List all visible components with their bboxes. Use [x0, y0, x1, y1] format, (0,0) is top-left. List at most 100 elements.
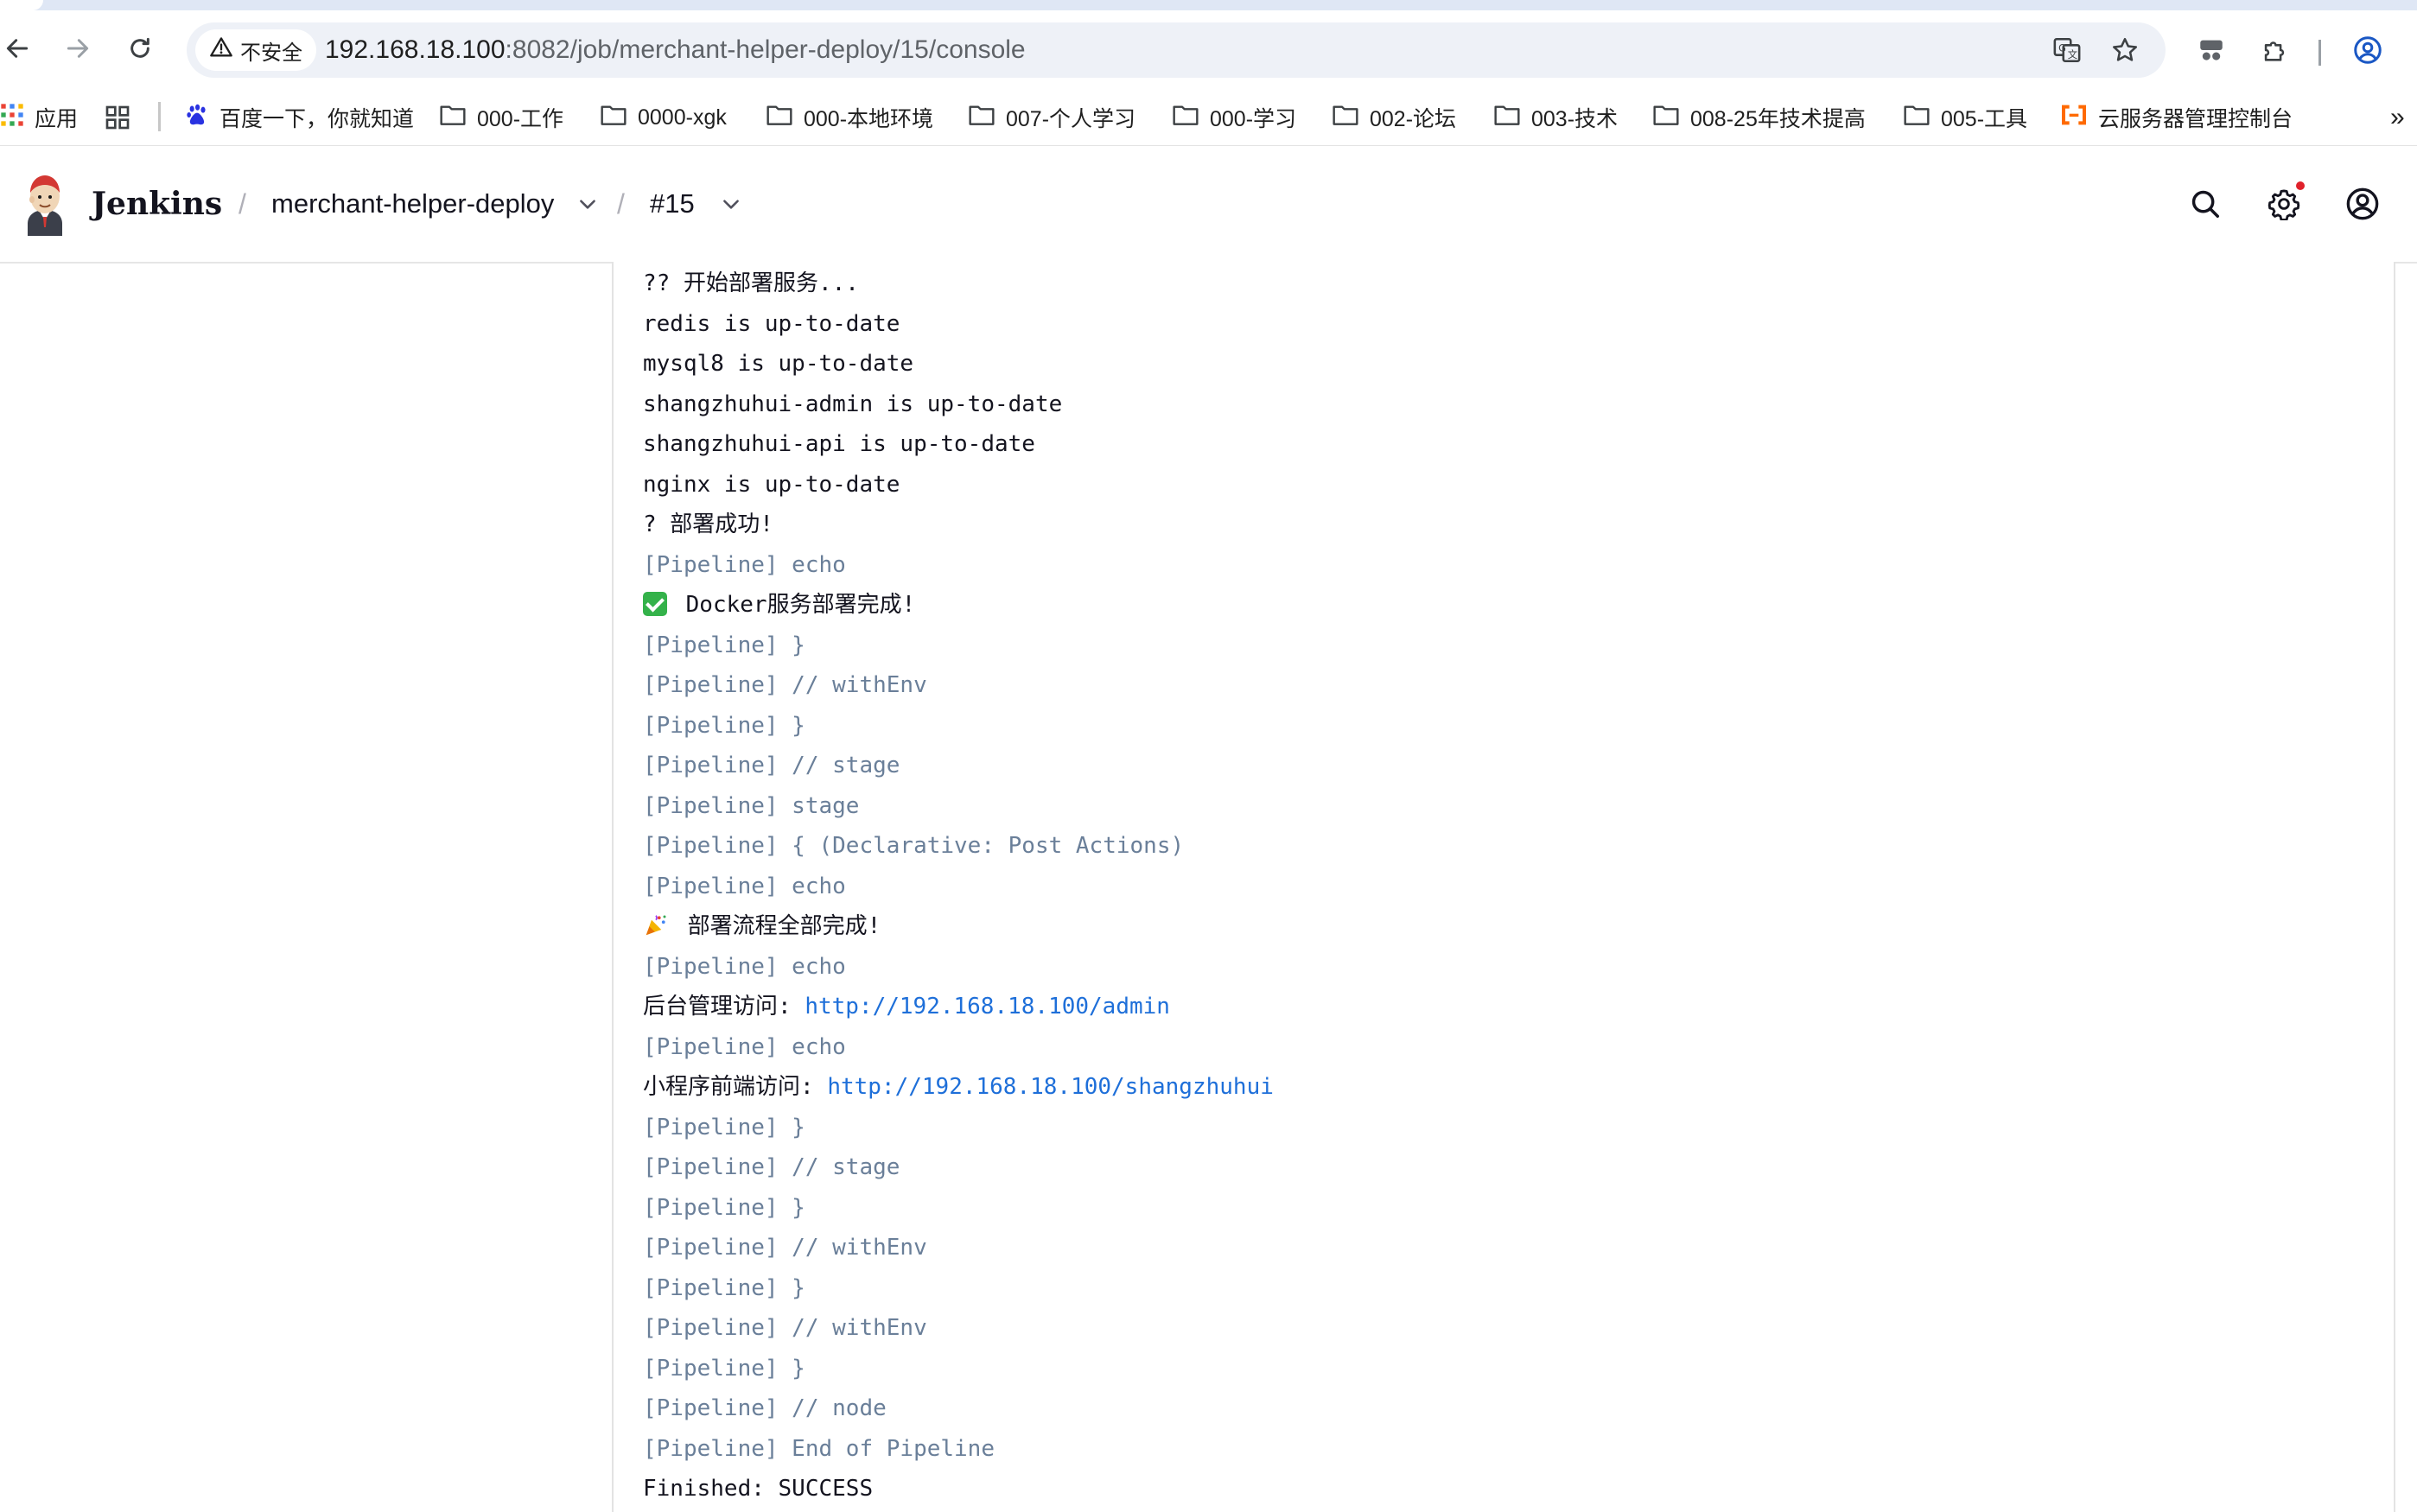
tab-strip — [0, 0, 2417, 10]
user-account-icon[interactable] — [2344, 185, 2382, 223]
log-text: [Pipeline] echo — [643, 1033, 846, 1060]
bookmark-folder[interactable]: 003-技术 — [1493, 100, 1618, 135]
log-text: Docker服务部署完成! — [672, 592, 916, 618]
pipeline-log-line: [Pipeline] // node — [643, 1388, 1274, 1429]
party-popper-icon — [643, 912, 669, 937]
log-text: [Pipeline] echo — [643, 551, 846, 578]
svg-text:G: G — [2058, 41, 2066, 54]
log-text: shangzhuhui-admin is up-to-date — [643, 391, 1063, 417]
folder-icon — [1903, 103, 1930, 133]
log-text: [Pipeline] echo — [643, 953, 846, 980]
breadcrumb-separator: / — [617, 188, 625, 219]
log-text: [Pipeline] echo — [643, 873, 846, 899]
breadcrumb-build[interactable]: #15 — [650, 146, 695, 262]
translate-icon[interactable]: G文 — [2050, 33, 2084, 67]
breadcrumb-job[interactable]: merchant-helper-deploy — [271, 146, 554, 262]
log-line: ?? 开始部署服务... — [643, 264, 1274, 304]
bookmarks-overflow-label: » — [2390, 103, 2405, 131]
log-text: 小程序前端访问: — [643, 1074, 828, 1100]
folder-icon — [968, 103, 995, 133]
log-text: [Pipeline] // withEnv — [643, 1235, 927, 1261]
address-bar[interactable]: 不安全 192.168.18.100:8082/job/merchant-hel… — [187, 22, 2166, 78]
settings-gear-icon[interactable] — [2265, 181, 2305, 223]
incognito-icon[interactable] — [2194, 33, 2229, 67]
log-text: 后台管理访问: — [643, 994, 805, 1020]
security-chip[interactable]: 不安全 — [195, 29, 316, 71]
jenkins-logo-icon[interactable] — [21, 174, 69, 236]
log-text: [Pipeline] { (Declarative: Post Actions) — [643, 833, 1185, 859]
back-arrow-icon[interactable] — [0, 31, 35, 66]
folder-icon — [600, 103, 627, 133]
bookmark-label: 003-技术 — [1531, 107, 1619, 131]
apps-grid-icon — [0, 103, 24, 133]
log-text: shangzhuhui-api is up-to-date — [643, 431, 1035, 457]
chevron-down-icon[interactable] — [716, 188, 747, 219]
log-text: ?? 开始部署服务... — [643, 270, 859, 296]
log-line: shangzhuhui-admin is up-to-date — [643, 384, 1274, 425]
bookmark-folder[interactable]: 000-本地环境 — [766, 100, 933, 135]
url-text[interactable]: 192.168.18.100:8082/job/merchant-helper-… — [325, 22, 1026, 78]
bookmarks-overflow-chevron-icon[interactable]: » — [2390, 100, 2405, 135]
log-text: [Pipeline] } — [643, 1355, 805, 1382]
bookmark-label: 007-个人学习 — [1006, 107, 1136, 131]
bookmark-star-icon[interactable] — [2108, 33, 2142, 67]
warning-triangle-icon — [209, 35, 233, 66]
pipeline-log-line: [Pipeline] echo — [643, 545, 1274, 586]
forward-arrow-icon[interactable] — [60, 31, 95, 66]
pipeline-log-line: [Pipeline] } — [643, 706, 1274, 746]
bookmark-aliyun[interactable]: 云服务器管理控制台 — [2060, 100, 2293, 135]
bookmark-folder[interactable]: 000-工作 — [439, 100, 563, 135]
log-line: 部署流程全部完成! — [643, 906, 1274, 947]
bookmark-folder[interactable]: 005-工具 — [1903, 100, 2027, 135]
bookmark-folder[interactable]: 0000-xgk — [600, 100, 727, 135]
folder-icon — [1493, 103, 1521, 133]
log-text: Finished: SUCCESS — [643, 1476, 874, 1502]
url-path: :8082/job/merchant-helper-deploy/15/cons… — [505, 35, 1026, 64]
bookmark-label: 云服务器管理控制台 — [2098, 107, 2293, 131]
console-log: ?? 开始部署服务... redis is up-to-date mysql8 is… — [643, 264, 1274, 1509]
pipeline-log-line: [Pipeline] echo — [643, 867, 1274, 907]
bookmark-label: 002-论坛 — [1370, 107, 1457, 131]
bookmark-label: 0000-xgk — [638, 105, 727, 130]
pipeline-log-line: [Pipeline] } — [643, 1188, 1274, 1229]
search-icon[interactable] — [2186, 185, 2224, 223]
pipeline-log-line: [Pipeline] // withEnv — [643, 665, 1274, 706]
pipeline-log-line: [Pipeline] stage — [643, 786, 1274, 827]
log-text: [Pipeline] // stage — [643, 1154, 900, 1180]
log-text: [Pipeline] } — [643, 1194, 805, 1221]
active-tab-edge[interactable] — [0, 0, 43, 10]
bookmark-folder[interactable]: 008-25年技术提高 — [1652, 100, 1866, 135]
console-url-link[interactable]: http://192.168.18.100/shangzhuhui — [827, 1074, 1274, 1100]
bookmark-apps[interactable]: 应用 — [0, 100, 78, 135]
log-text: [Pipeline] stage — [643, 792, 860, 819]
tab-groups-icon[interactable] — [104, 100, 131, 135]
log-text: [Pipeline] } — [643, 1114, 805, 1140]
bookmark-baidu[interactable]: 百度一下，你就知道 — [185, 100, 414, 135]
log-text: redis is up-to-date — [643, 310, 900, 337]
profile-icon[interactable] — [2350, 33, 2385, 67]
log-text: [Pipeline] } — [643, 712, 805, 739]
extensions-puzzle-icon[interactable] — [2257, 33, 2292, 67]
reload-icon[interactable] — [123, 31, 157, 66]
log-text: [Pipeline] // stage — [643, 753, 900, 778]
chevron-down-icon[interactable] — [572, 188, 603, 219]
log-line: shangzhuhui-api is up-to-date — [643, 424, 1274, 465]
console-url-link[interactable]: http://192.168.18.100/admin — [805, 994, 1170, 1020]
jenkins-brand[interactable]: Jenkins — [92, 146, 222, 262]
bookmark-apps-label: 应用 — [35, 107, 79, 131]
log-line: Finished: SUCCESS — [643, 1469, 1274, 1509]
bookmark-folder[interactable]: 007-个人学习 — [968, 100, 1135, 135]
pipeline-log-line: [Pipeline] } — [643, 1268, 1274, 1309]
folder-icon — [1172, 103, 1199, 133]
log-text: [Pipeline] } — [643, 632, 805, 658]
pipeline-log-line: [Pipeline] echo — [643, 1027, 1274, 1068]
bookmark-folder[interactable]: 002-论坛 — [1332, 100, 1456, 135]
folder-icon — [766, 103, 793, 133]
bookmark-label: 005-工具 — [1941, 107, 2028, 131]
browser-toolbar: 不安全 192.168.18.100:8082/job/merchant-hel… — [0, 10, 2417, 90]
pipeline-log-line: [Pipeline] // withEnv — [643, 1308, 1274, 1349]
pipeline-log-line: [Pipeline] echo — [643, 947, 1274, 988]
log-text: [Pipeline] // withEnv — [643, 672, 927, 698]
folder-icon — [1332, 103, 1359, 133]
bookmark-folder[interactable]: 000-学习 — [1172, 100, 1296, 135]
